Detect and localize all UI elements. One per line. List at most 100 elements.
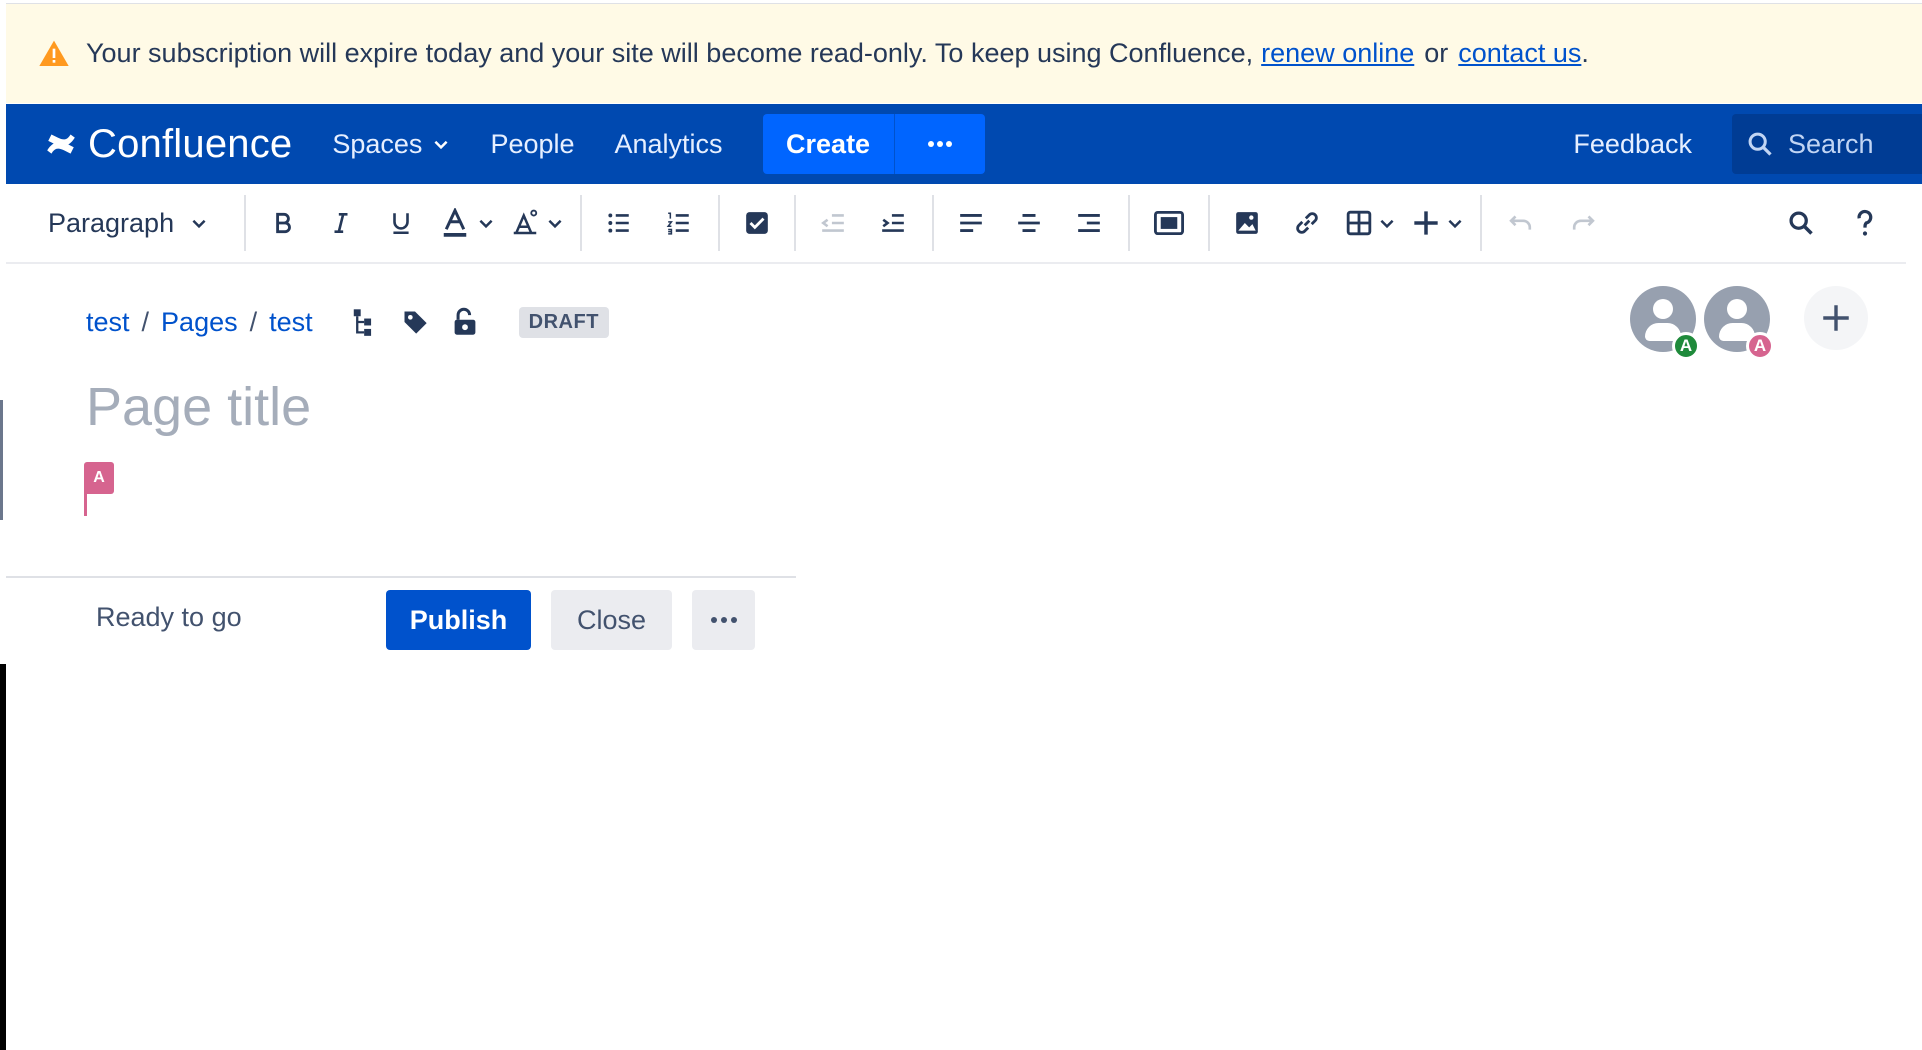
page-tree-icon — [353, 309, 371, 336]
search-icon — [1789, 211, 1813, 235]
indent-icon — [882, 214, 904, 232]
paragraph-style-label: Paragraph — [48, 207, 175, 238]
chevron-down-icon — [1380, 219, 1394, 229]
breadcrumb-parent-link[interactable]: test — [269, 307, 313, 338]
align-right-icon — [1078, 214, 1100, 232]
numbered-list-button[interactable] — [648, 199, 710, 247]
page-tree-button[interactable] — [347, 306, 379, 338]
labels-button[interactable] — [399, 306, 431, 338]
footer-divider — [6, 576, 796, 578]
collaborator-initial-badge: A — [1672, 332, 1700, 360]
logo-text: Confluence — [88, 121, 293, 166]
publish-button[interactable]: Publish — [386, 590, 531, 650]
align-left-icon — [960, 214, 982, 232]
align-center-icon — [1018, 214, 1040, 232]
banner-message: Your subscription will expire today and … — [86, 38, 1254, 68]
insert-link-button[interactable] — [1276, 199, 1338, 247]
collaborator-avatar[interactable]: A — [1704, 286, 1774, 360]
more-icon — [927, 141, 952, 147]
banner-period: . — [1581, 38, 1589, 68]
confluence-logo[interactable]: Confluence — [44, 104, 292, 184]
invite-collaborator-button[interactable] — [1804, 286, 1868, 350]
cursor-initial: A — [84, 462, 114, 494]
page-layout-button[interactable] — [1138, 199, 1200, 247]
unlock-icon — [454, 307, 476, 335]
nav-people[interactable]: People — [490, 129, 574, 160]
align-right-button[interactable] — [1058, 199, 1120, 247]
nav-spaces-label: Spaces — [332, 128, 423, 159]
search-input[interactable]: Search — [1732, 114, 1922, 174]
plus-icon — [1823, 305, 1849, 331]
chevron-down-icon — [192, 219, 206, 229]
create-more-button[interactable] — [894, 114, 985, 174]
create-button[interactable]: Create — [762, 114, 895, 174]
collaborator-initial-badge: A — [1746, 332, 1774, 360]
plus-icon — [1414, 211, 1438, 235]
image-icon — [1236, 212, 1258, 234]
bold-icon — [276, 212, 291, 234]
nav-analytics[interactable]: Analytics — [615, 129, 723, 160]
align-center-button[interactable] — [1000, 199, 1058, 247]
close-button[interactable]: Close — [551, 590, 672, 650]
subscription-banner: Your subscription will expire today and … — [6, 3, 1922, 103]
more-actions-button[interactable] — [692, 590, 755, 650]
bullet-list-icon — [608, 213, 629, 233]
restrictions-button[interactable] — [449, 306, 481, 338]
window-edge — [0, 400, 3, 520]
text-styles-button[interactable] — [502, 199, 572, 247]
window-frame-edge — [0, 664, 6, 1050]
page-title-input[interactable]: Page title — [86, 376, 311, 438]
more-icon — [710, 617, 737, 623]
insert-image-button[interactable] — [1218, 199, 1276, 247]
clear-formatting-icon — [513, 209, 538, 235]
chevron-down-icon — [434, 140, 448, 150]
top-navigation: Confluence Spaces People Analytics Creat… — [6, 104, 1922, 184]
breadcrumb-space-link[interactable]: test — [86, 307, 130, 338]
feedback-link[interactable]: Feedback — [1573, 129, 1692, 160]
paragraph-style-dropdown[interactable]: Paragraph — [6, 199, 236, 247]
save-status-text: Ready to go — [96, 602, 242, 632]
layout-icon — [1153, 210, 1185, 236]
redo-button[interactable] — [1552, 199, 1614, 247]
italic-icon — [334, 213, 348, 233]
outdent-button[interactable] — [804, 199, 862, 247]
help-icon — [1857, 209, 1873, 236]
create-group: Create — [762, 114, 985, 174]
underline-button[interactable] — [370, 199, 432, 247]
help-button[interactable] — [1832, 199, 1898, 247]
renew-online-link[interactable]: renew online — [1261, 38, 1414, 69]
italic-button[interactable] — [312, 199, 370, 247]
checkbox-icon — [746, 212, 768, 234]
undo-icon — [1509, 215, 1532, 230]
chevron-down-icon — [548, 219, 562, 229]
text-color-icon — [443, 208, 467, 237]
bold-button[interactable] — [254, 199, 312, 247]
draft-status-badge: DRAFT — [518, 306, 609, 338]
numbered-list-icon — [666, 212, 689, 235]
undo-button[interactable] — [1490, 199, 1552, 247]
breadcrumb-pages-link[interactable]: Pages — [161, 307, 238, 338]
confluence-logo-icon — [47, 134, 75, 154]
editor-toolbar: Paragraph — [6, 184, 1906, 264]
outdent-icon — [821, 214, 844, 232]
task-list-button[interactable] — [728, 199, 786, 247]
contact-us-link[interactable]: contact us — [1458, 38, 1581, 69]
find-replace-button[interactable] — [1770, 199, 1832, 247]
text-color-button[interactable] — [432, 199, 502, 247]
redo-icon — [1572, 215, 1595, 230]
search-icon — [1748, 132, 1772, 156]
bullet-list-button[interactable] — [590, 199, 648, 247]
align-left-button[interactable] — [942, 199, 1000, 247]
breadcrumb: test / Pages / test DRAFT — [86, 306, 609, 338]
table-icon — [1346, 210, 1372, 236]
nav-spaces[interactable]: Spaces — [332, 129, 450, 160]
insert-more-button[interactable] — [1404, 199, 1472, 247]
chevron-down-icon — [1448, 219, 1462, 229]
tag-icon — [404, 311, 427, 334]
underline-icon — [393, 213, 409, 235]
search-placeholder: Search — [1788, 128, 1874, 159]
collaborator-avatar[interactable]: A — [1630, 286, 1700, 360]
indent-button[interactable] — [862, 199, 924, 247]
banner-or-text: or — [1424, 38, 1449, 68]
insert-table-button[interactable] — [1338, 199, 1404, 247]
